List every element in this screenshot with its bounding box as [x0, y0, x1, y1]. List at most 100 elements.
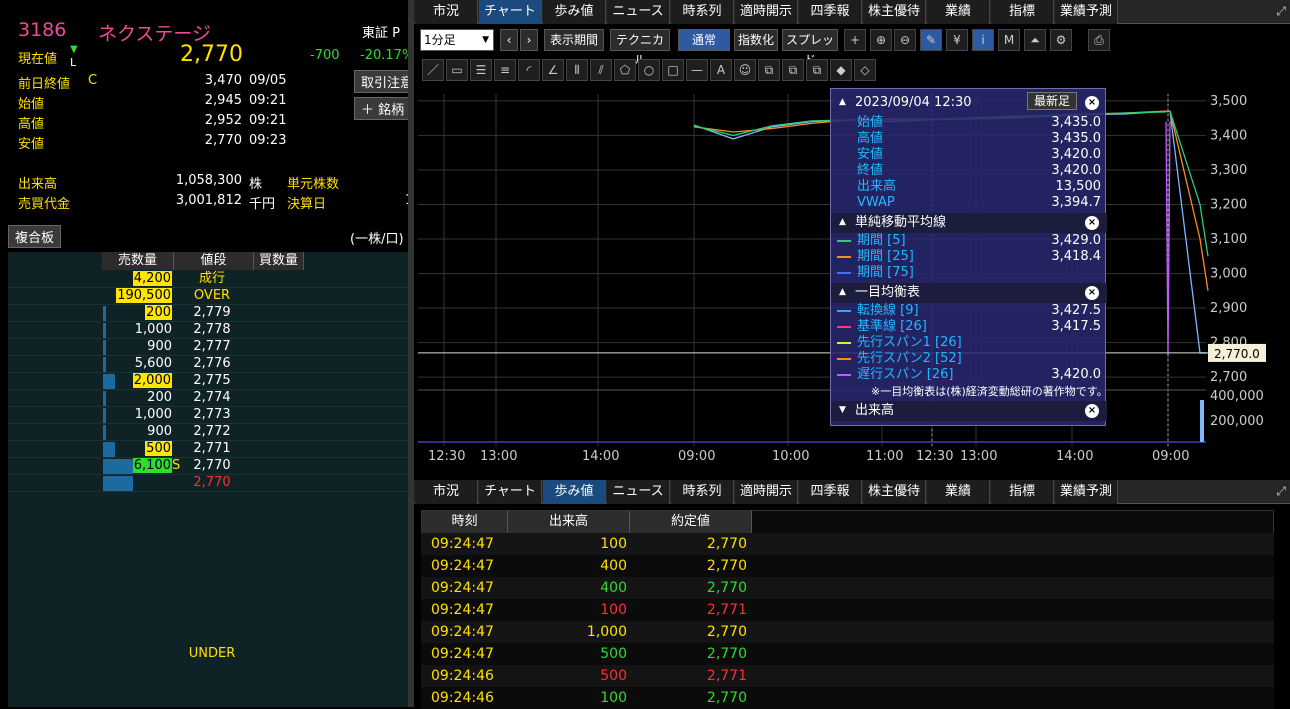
expand-icon[interactable]: ⤢	[1276, 484, 1286, 499]
latest-button[interactable]: 最新足	[1027, 92, 1077, 110]
line-tool-icon[interactable]: ／	[422, 59, 444, 81]
ob-row[interactable]: 1,000 2,773	[8, 407, 408, 424]
ob-row[interactable]: 200 2,779	[8, 305, 408, 322]
tick-row[interactable]: 09:24:46 100 2,770	[421, 687, 1274, 709]
tab-4[interactable]: 時系列	[671, 480, 734, 504]
ob-row[interactable]: 900 2,777	[8, 339, 408, 356]
tab-2[interactable]: 歩み値	[543, 0, 606, 24]
my-icon[interactable]: M	[998, 29, 1020, 51]
tab-0[interactable]: 市況	[415, 480, 478, 504]
eraser-icon[interactable]: ◆	[830, 59, 852, 81]
tick-row[interactable]: 09:24:47 500 2,770	[421, 643, 1274, 665]
normal-button[interactable]: 通常	[678, 29, 730, 51]
y-tick-label: 2,900	[1210, 301, 1247, 316]
info-icon[interactable]: i	[972, 29, 994, 51]
crosshair-icon[interactable]: +	[844, 29, 866, 51]
copy-icon[interactable]: ⧉	[758, 59, 780, 81]
collapse-icon[interactable]: ▲	[839, 97, 846, 107]
pen-icon[interactable]: ✎	[920, 29, 942, 51]
ob-row[interactable]: 4,200 成行	[8, 271, 408, 288]
circle-icon[interactable]: ○	[638, 59, 660, 81]
zoom-in-icon[interactable]: ⊕	[870, 29, 892, 51]
tab-9[interactable]: 指標	[991, 0, 1054, 24]
fib-icon[interactable]: ≡	[494, 59, 516, 81]
tab-6[interactable]: 四季報	[799, 480, 862, 504]
print-icon[interactable]: ⎙	[1088, 29, 1110, 51]
text-icon[interactable]: A	[710, 59, 732, 81]
technical-button[interactable]: テクニカル	[610, 29, 670, 67]
wrench-icon[interactable]: ⚙	[1050, 29, 1072, 51]
parallel-icon[interactable]: ⫽	[590, 59, 612, 81]
area-chart-icon[interactable]: ⏶	[1024, 29, 1046, 51]
tick-row[interactable]: 09:24:47 100 2,770	[421, 533, 1274, 555]
hlines-icon[interactable]: ☰	[470, 59, 492, 81]
ob-row[interactable]: 2,000 2,775	[8, 373, 408, 390]
close-icon[interactable]: ×	[1085, 96, 1099, 110]
ob-row[interactable]: 200 2,774	[8, 390, 408, 407]
arc-icon[interactable]: ◜	[518, 59, 540, 81]
spread-button[interactable]: スプレッド	[782, 29, 838, 67]
index-button[interactable]: 指数化	[734, 29, 778, 51]
ob-row[interactable]: 190,500 OVER	[8, 288, 408, 305]
interval-select[interactable]: 1分足 ▼	[420, 29, 494, 51]
close-icon[interactable]: ×	[1085, 404, 1099, 418]
tab-7[interactable]: 株主優待	[863, 480, 926, 504]
tab-6[interactable]: 四季報	[799, 0, 862, 24]
clear-icon[interactable]: ◇	[854, 59, 876, 81]
collapse-icon[interactable]: ▲	[839, 287, 846, 297]
tab-7[interactable]: 株主優待	[863, 0, 926, 24]
vlines-icon[interactable]: ⦀	[566, 59, 588, 81]
tab-10[interactable]: 業績予測	[1055, 480, 1118, 504]
expand-icon[interactable]: ⤢	[1276, 4, 1286, 19]
tab-8[interactable]: 業績	[927, 480, 990, 504]
tab-1[interactable]: チャート	[479, 480, 542, 504]
pentagon-icon[interactable]: ⬠	[614, 59, 636, 81]
add-symbol-button[interactable]: ＋ 銘柄	[354, 97, 414, 120]
ob-sell-qty: 4,200	[110, 271, 172, 287]
prev-arrow-icon[interactable]: ‹	[500, 29, 518, 51]
ob-row[interactable]: 2,770	[8, 475, 408, 492]
collapse-icon[interactable]: ▲	[839, 217, 846, 227]
tick-row[interactable]: 09:24:46 500 2,771	[421, 665, 1274, 687]
ob-row[interactable]: 5,600 2,776	[8, 356, 408, 373]
ob-row[interactable]: 500 2,771	[8, 441, 408, 458]
tab-3[interactable]: ニュース	[607, 0, 670, 24]
paste-icon[interactable]: ⧉	[782, 59, 804, 81]
close-icon[interactable]: ×	[1085, 216, 1099, 230]
tab-10[interactable]: 業績予測	[1055, 0, 1118, 24]
register-button[interactable]: 取引注意	[354, 70, 414, 93]
tick-row[interactable]: 09:24:47 400 2,770	[421, 577, 1274, 599]
expand-small-icon[interactable]: ▼	[839, 405, 846, 415]
tick-row[interactable]: 09:24:47 100 2,771	[421, 599, 1274, 621]
rect-icon[interactable]: □	[662, 59, 684, 81]
tab-9[interactable]: 指標	[991, 480, 1054, 504]
tab-1[interactable]: チャート	[479, 0, 542, 24]
next-arrow-icon[interactable]: ›	[520, 29, 538, 51]
ticks-header-volume: 出来高	[508, 511, 630, 533]
fan-icon[interactable]: ∠	[542, 59, 564, 81]
tab-5[interactable]: 適時開示	[735, 0, 798, 24]
stamp-icon[interactable]: ☺	[734, 59, 756, 81]
yen-icon[interactable]: ¥	[946, 29, 968, 51]
ob-row[interactable]: 900 2,772	[8, 424, 408, 441]
ob-row[interactable]: 6,100 S 2,770	[8, 458, 408, 475]
tab-8[interactable]: 業績	[927, 0, 990, 24]
tick-row[interactable]: 09:24:47 1,000 2,770	[421, 621, 1274, 643]
tab-3[interactable]: ニュース	[607, 480, 670, 504]
exchange: 東証 P	[362, 26, 400, 41]
tab-5[interactable]: 適時開示	[735, 480, 798, 504]
layer-icon[interactable]: ⧉	[806, 59, 828, 81]
combined-board-button[interactable]: 複合板	[8, 225, 62, 248]
zoom-out-icon[interactable]: ⊖	[894, 29, 916, 51]
tick-row[interactable]: 09:24:47 400 2,770	[421, 555, 1274, 577]
ob-header-buy: 買数量	[254, 252, 304, 270]
chart-legend: 2023/09/04 12:30 ▲ 最新足 × 始値 3,435.0 高値 3,43…	[830, 88, 1108, 426]
period-button[interactable]: 表示期間	[544, 29, 604, 51]
hline-icon[interactable]: —	[686, 59, 708, 81]
close-icon[interactable]: ×	[1085, 286, 1099, 300]
tab-4[interactable]: 時系列	[671, 0, 734, 24]
ruler-icon[interactable]: ▭	[446, 59, 468, 81]
tab-2[interactable]: 歩み値	[543, 480, 606, 504]
ob-row[interactable]: 1,000 2,778	[8, 322, 408, 339]
tab-0[interactable]: 市況	[415, 0, 478, 24]
